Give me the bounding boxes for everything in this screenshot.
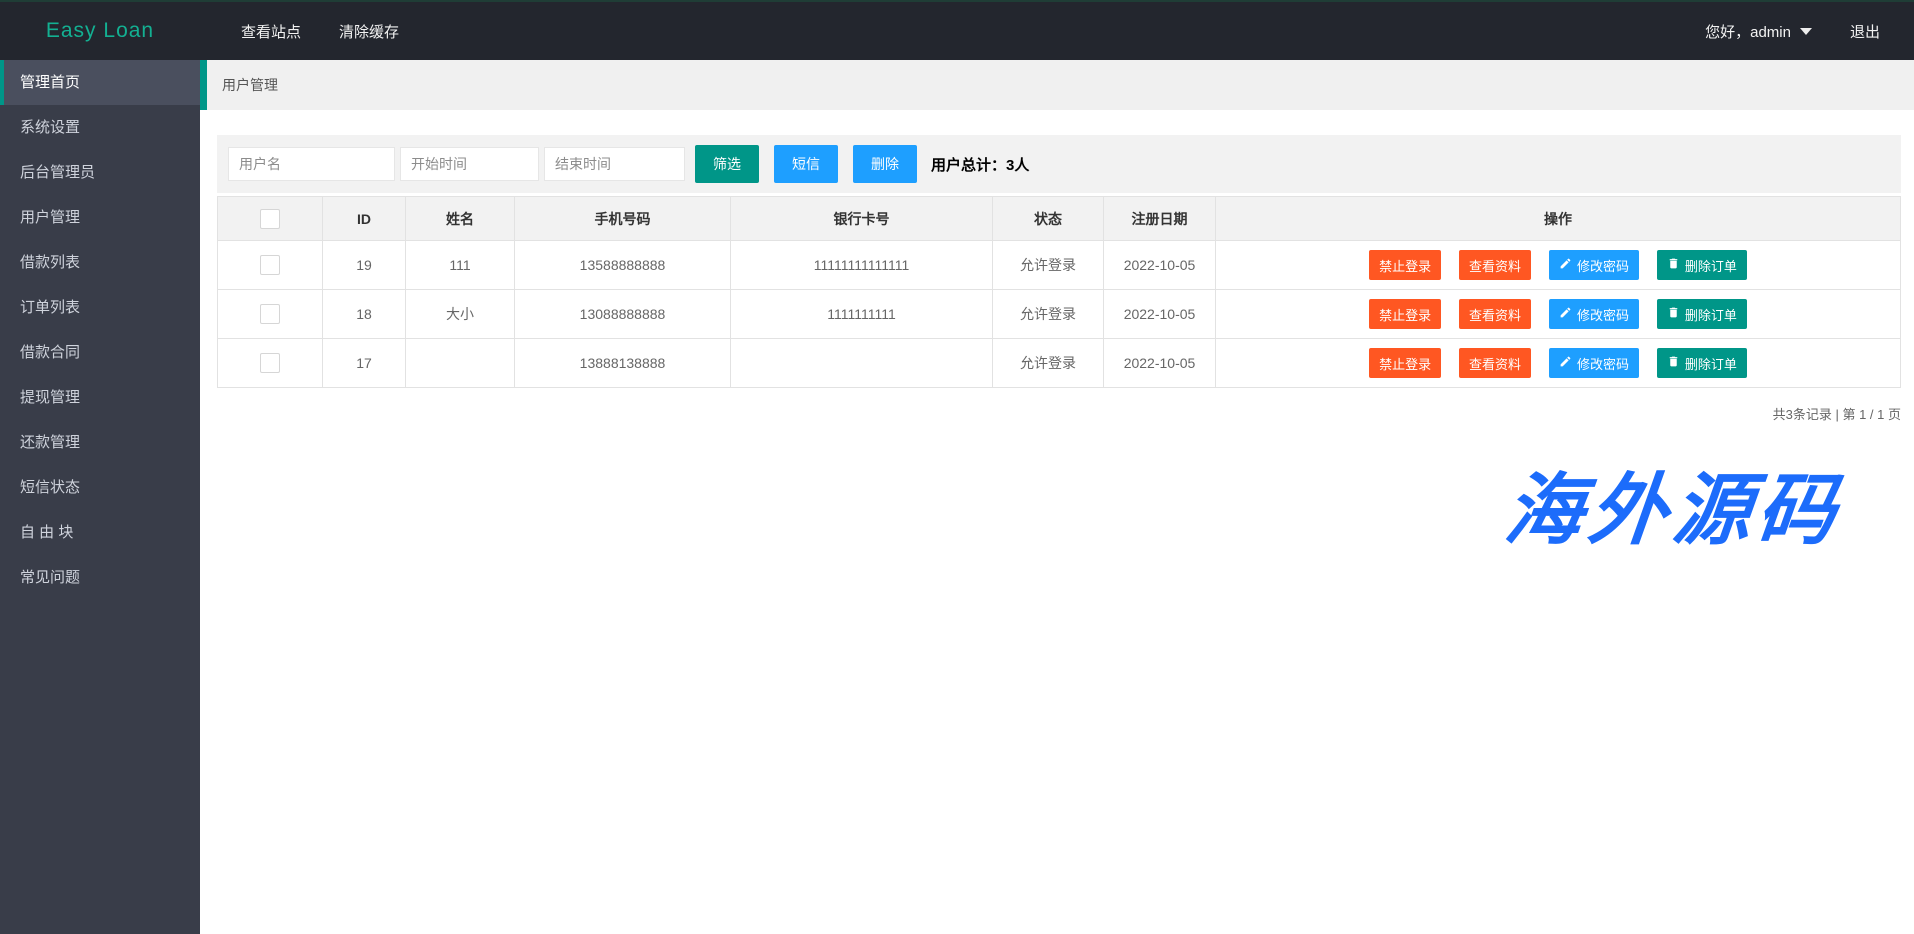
pencil-icon: [1559, 306, 1572, 322]
username-input[interactable]: [228, 147, 395, 181]
row-checkbox[interactable]: [260, 255, 280, 275]
change-password-button[interactable]: 修改密码: [1549, 348, 1639, 378]
sidebar-item-withdraw[interactable]: 提现管理: [0, 375, 200, 420]
sidebar-item-admins[interactable]: 后台管理员: [0, 150, 200, 195]
cell-name: [406, 339, 515, 388]
end-time-input[interactable]: [544, 147, 685, 181]
cell-status: 允许登录: [993, 241, 1104, 290]
delete-order-button[interactable]: 删除订单: [1657, 299, 1747, 329]
ban-login-button[interactable]: 禁止登录: [1369, 250, 1441, 280]
select-all-checkbox[interactable]: [260, 209, 280, 229]
filter-button[interactable]: 筛选: [695, 145, 759, 183]
header-bank-card: 银行卡号: [731, 197, 993, 241]
sidebar-item-dashboard[interactable]: 管理首页: [0, 60, 200, 105]
header-status: 状态: [993, 197, 1104, 241]
change-password-button[interactable]: 修改密码: [1549, 299, 1639, 329]
cell-id: 19: [323, 241, 406, 290]
row-checkbox[interactable]: [260, 353, 280, 373]
sidebar-item-free-block[interactable]: 自 由 块: [0, 510, 200, 555]
view-profile-button[interactable]: 查看资料: [1459, 250, 1531, 280]
user-dropdown[interactable]: 您好，admin: [1689, 21, 1828, 42]
cell-id: 18: [323, 290, 406, 339]
breadcrumb: 用户管理: [200, 60, 1914, 110]
trash-icon: [1667, 355, 1680, 371]
table-row: 19 111 13588888888 11111111111111 允许登录 2…: [218, 241, 1901, 290]
trash-icon: [1667, 306, 1680, 322]
cell-bank: 1111111111: [731, 290, 993, 339]
delete-order-button[interactable]: 删除订单: [1657, 250, 1747, 280]
greeting-text: 您好，admin: [1705, 21, 1791, 42]
content: 筛选 短信 删除 用户总计：3人 ID 姓名 手机号码 银行卡号 状态 注册: [217, 135, 1901, 423]
nav-item-view-site[interactable]: 查看站点: [222, 21, 320, 42]
row-checkbox[interactable]: [260, 304, 280, 324]
filter-bar: 筛选 短信 删除 用户总计：3人: [217, 135, 1901, 193]
pencil-icon: [1559, 257, 1572, 273]
delete-order-button[interactable]: 删除订单: [1657, 348, 1747, 378]
header-actions: 操作: [1216, 197, 1901, 241]
sidebar-item-system-settings[interactable]: 系统设置: [0, 105, 200, 150]
main-area: 用户管理 筛选 短信 删除 用户总计：3人 ID 姓名: [200, 60, 1914, 934]
top-navbar: Easy Loan 查看站点 清除缓存 您好，admin 退出: [0, 0, 1914, 60]
cell-phone: 13588888888: [515, 241, 731, 290]
cell-actions: 禁止登录 查看资料 修改密码 删除订单: [1216, 241, 1901, 290]
cell-phone: 13088888888: [515, 290, 731, 339]
pagination-summary: 共3条记录 | 第 1 / 1 页: [217, 404, 1901, 423]
app-logo: Easy Loan: [0, 19, 200, 43]
cell-actions: 禁止登录 查看资料 修改密码 删除订单: [1216, 339, 1901, 388]
table-header-row: ID 姓名 手机号码 银行卡号 状态 注册日期 操作: [218, 197, 1901, 241]
user-total-label: 用户总计：3人: [931, 154, 1029, 175]
cell-bank: [731, 339, 993, 388]
cell-phone: 13888138888: [515, 339, 731, 388]
ban-login-button[interactable]: 禁止登录: [1369, 299, 1441, 329]
header-register-date: 注册日期: [1104, 197, 1216, 241]
change-password-button[interactable]: 修改密码: [1549, 250, 1639, 280]
ban-login-button[interactable]: 禁止登录: [1369, 348, 1441, 378]
logout-button[interactable]: 退出: [1828, 21, 1914, 42]
sms-button[interactable]: 短信: [774, 145, 838, 183]
sidebar-item-sms-status[interactable]: 短信状态: [0, 465, 200, 510]
sidebar-item-loan-contract[interactable]: 借款合同: [0, 330, 200, 375]
table-row: 18 大小 13088888888 1111111111 允许登录 2022-1…: [218, 290, 1901, 339]
sidebar-item-order-list[interactable]: 订单列表: [0, 285, 200, 330]
header-phone: 手机号码: [515, 197, 731, 241]
header-select-all: [218, 197, 323, 241]
cell-name: 大小: [406, 290, 515, 339]
navbar-menu: 查看站点 清除缓存: [222, 2, 418, 60]
view-profile-button[interactable]: 查看资料: [1459, 299, 1531, 329]
header-id: ID: [323, 197, 406, 241]
delete-button[interactable]: 删除: [853, 145, 917, 183]
cell-date: 2022-10-05: [1104, 241, 1216, 290]
cell-bank: 11111111111111: [731, 241, 993, 290]
navbar-right: 您好，admin 退出: [1689, 21, 1914, 42]
cell-id: 17: [323, 339, 406, 388]
table-row: 17 13888138888 允许登录 2022-10-05 禁止登录 查看资料…: [218, 339, 1901, 388]
cell-status: 允许登录: [993, 339, 1104, 388]
sidebar-item-users[interactable]: 用户管理: [0, 195, 200, 240]
cell-status: 允许登录: [993, 290, 1104, 339]
sidebar-item-loan-list[interactable]: 借款列表: [0, 240, 200, 285]
start-time-input[interactable]: [400, 147, 539, 181]
cell-actions: 禁止登录 查看资料 修改密码 删除订单: [1216, 290, 1901, 339]
cell-date: 2022-10-05: [1104, 290, 1216, 339]
cell-name: 111: [406, 241, 515, 290]
sidebar-item-repayment[interactable]: 还款管理: [0, 420, 200, 465]
sidebar: 管理首页 系统设置 后台管理员 用户管理 借款列表 订单列表 借款合同 提现管理…: [0, 60, 200, 934]
trash-icon: [1667, 257, 1680, 273]
caret-down-icon: [1800, 28, 1812, 35]
pencil-icon: [1559, 355, 1572, 371]
header-name: 姓名: [406, 197, 515, 241]
watermark-text: 海外源码: [1500, 448, 1848, 560]
sidebar-item-faq[interactable]: 常见问题: [0, 555, 200, 600]
nav-item-clear-cache[interactable]: 清除缓存: [320, 21, 418, 42]
users-table: ID 姓名 手机号码 银行卡号 状态 注册日期 操作 19 111 135888…: [217, 196, 1901, 388]
cell-date: 2022-10-05: [1104, 339, 1216, 388]
view-profile-button[interactable]: 查看资料: [1459, 348, 1531, 378]
